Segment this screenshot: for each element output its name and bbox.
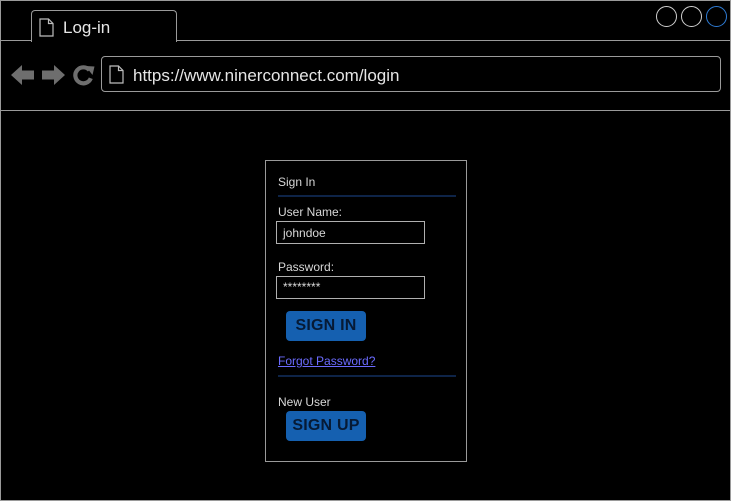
tab-title: Log-in: [63, 18, 111, 37]
forward-arrow-icon[interactable]: [41, 64, 65, 86]
sign-in-button[interactable]: SIGN IN: [286, 311, 366, 341]
password-label: Password:: [278, 260, 335, 274]
document-icon: [109, 65, 124, 84]
username-label: User Name:: [278, 205, 343, 219]
password-input[interactable]: ********: [276, 276, 425, 299]
tab-strip-divider: [176, 40, 730, 41]
reload-icon[interactable]: [72, 64, 95, 86]
login-panel: Sign In User Name: johndoe Password: ***…: [265, 160, 467, 462]
username-input[interactable]: johndoe: [276, 221, 425, 244]
forgot-password-link[interactable]: Forgot Password?: [278, 354, 375, 368]
document-icon: [39, 18, 54, 37]
browser-tab[interactable]: Log-in: [31, 10, 177, 42]
sign-up-button[interactable]: SIGN UP: [286, 411, 366, 441]
toolbar-divider: [1, 110, 730, 111]
sign-in-heading: Sign In: [278, 175, 316, 189]
tab-strip-divider: [1, 40, 31, 41]
url-text: https://www.ninerconnect.com/login: [133, 66, 400, 85]
minimize-button[interactable]: [656, 6, 677, 27]
divider: [278, 375, 456, 377]
divider: [278, 195, 456, 197]
close-button[interactable]: [706, 6, 727, 27]
maximize-button[interactable]: [681, 6, 702, 27]
back-arrow-icon[interactable]: [11, 64, 35, 86]
new-user-label: New User: [278, 395, 331, 409]
browser-window: Log-in https://www.ninerconnect.com/logi…: [0, 0, 731, 501]
address-bar[interactable]: https://www.ninerconnect.com/login: [101, 56, 721, 92]
